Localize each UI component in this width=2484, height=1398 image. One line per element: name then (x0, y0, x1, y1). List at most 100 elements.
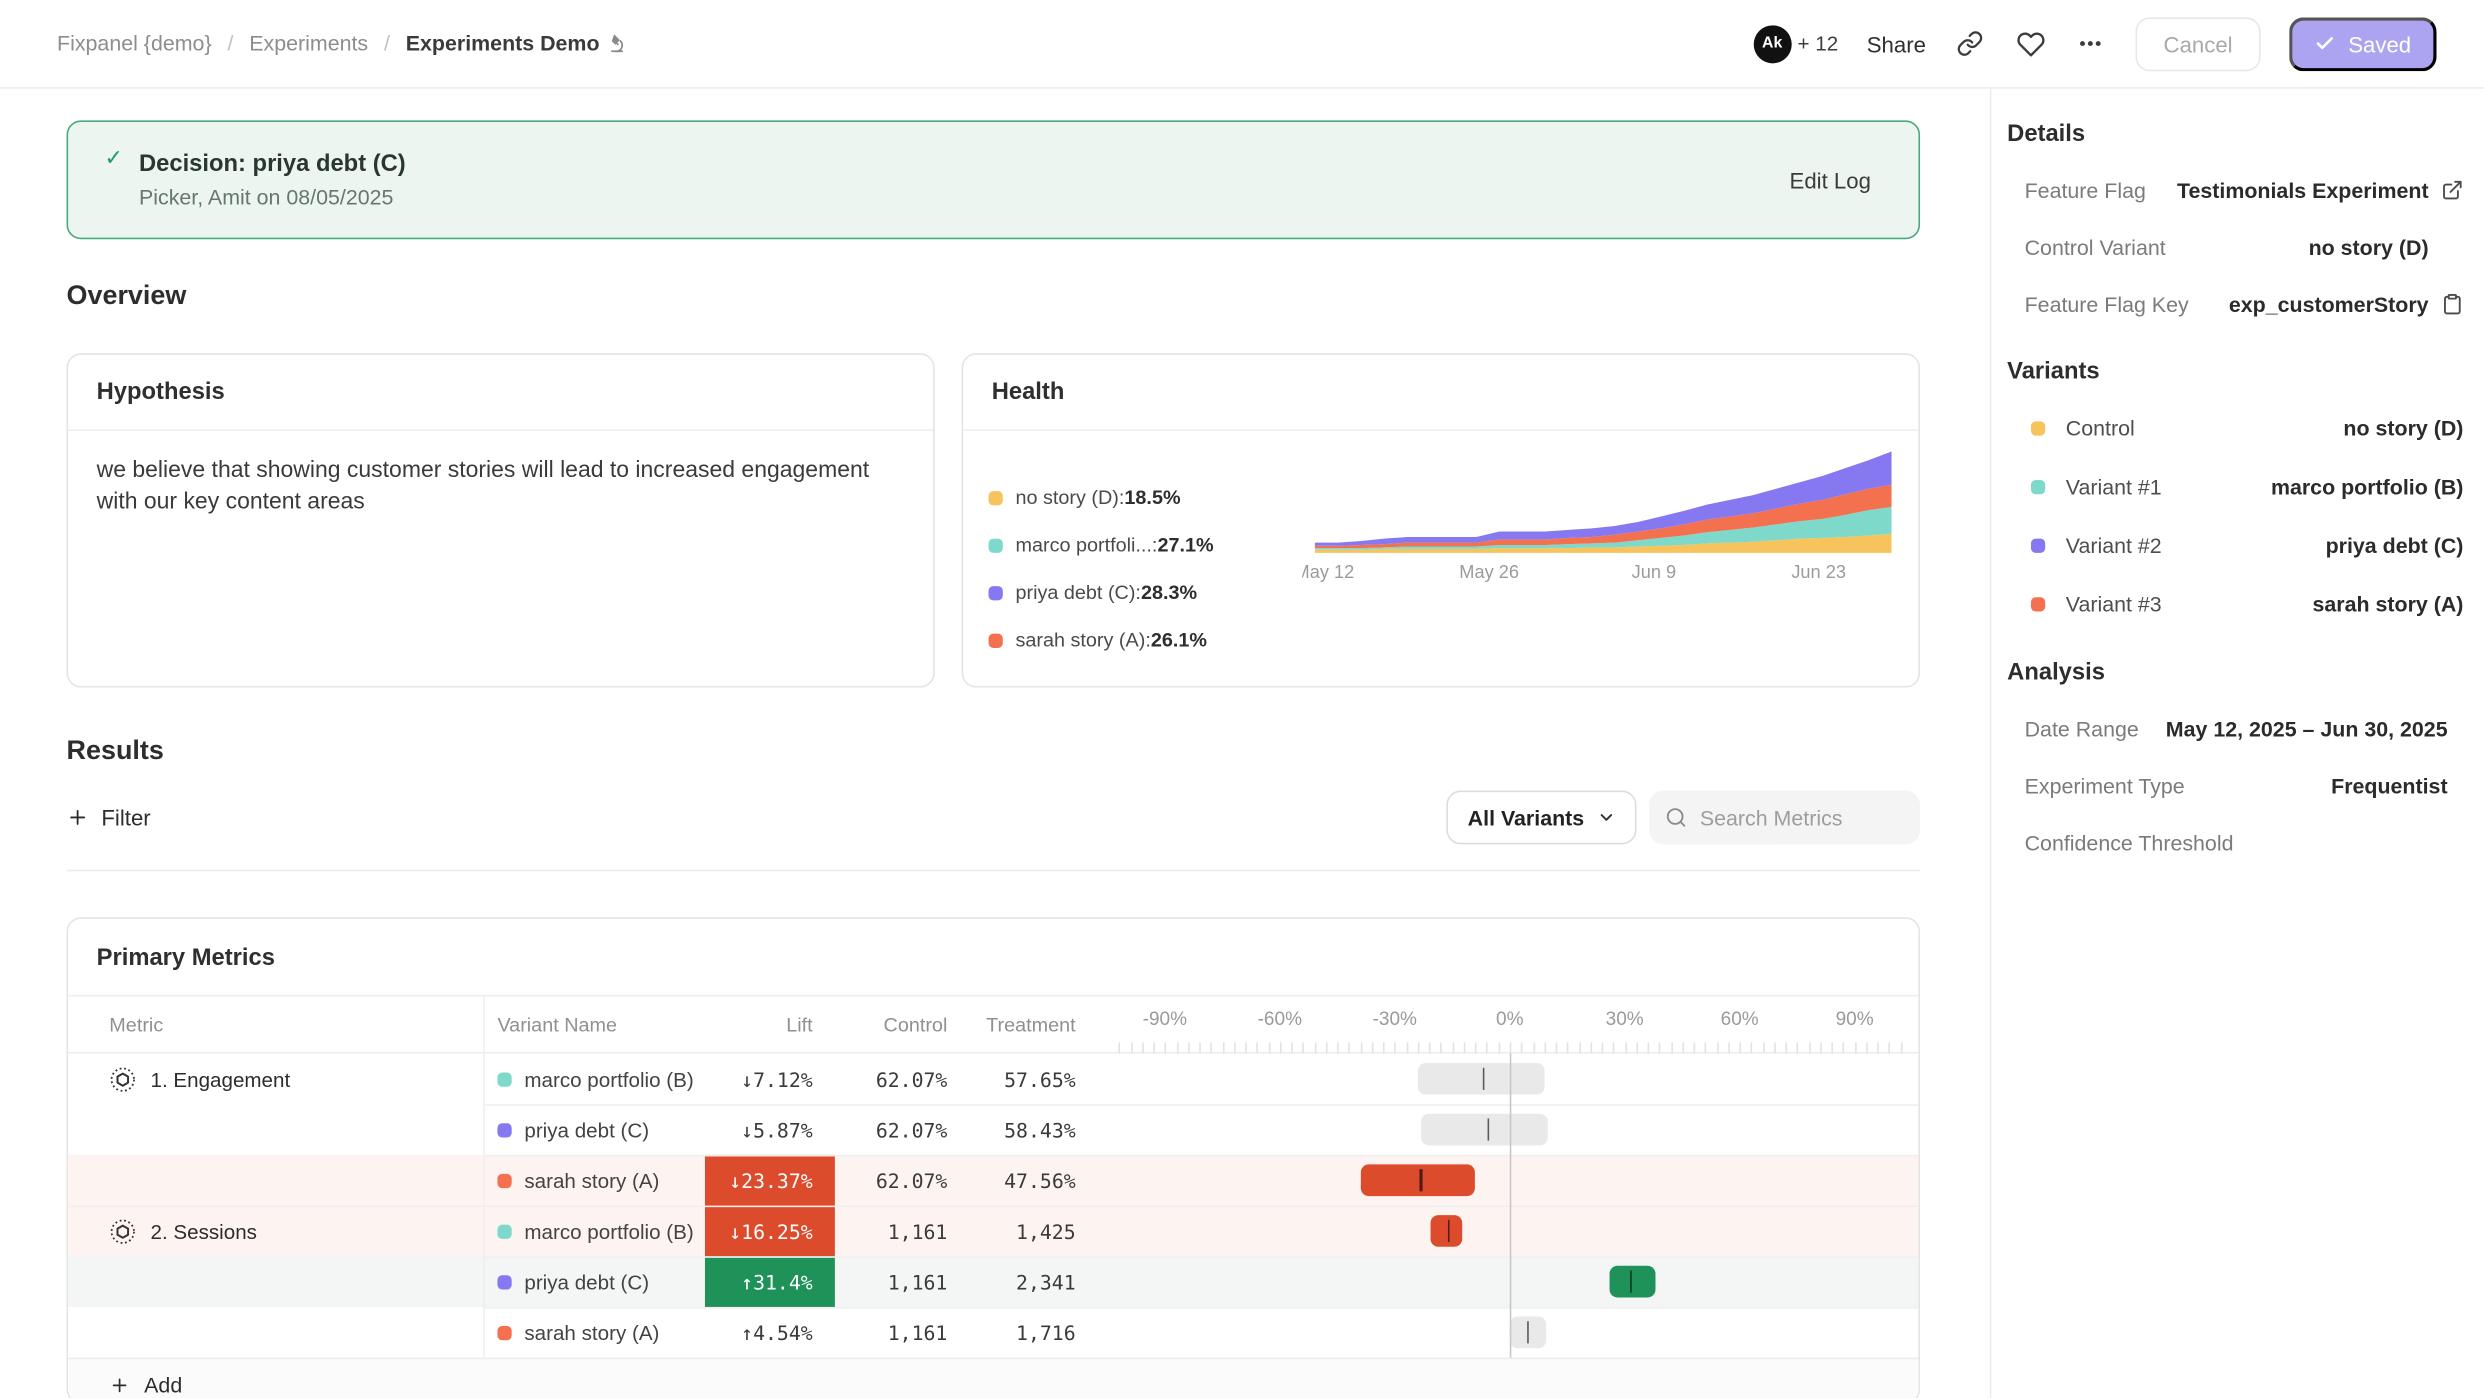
variant-cell: priya debt (C) (483, 1118, 705, 1142)
breadcrumb-separator: / (384, 32, 390, 56)
metric-name-cell: 1. Engagement (68, 1066, 483, 1093)
mean-lift-tick (1527, 1321, 1529, 1343)
main-pane: ✓ Decision: priya debt (C) Picker, Amit … (0, 89, 1990, 1398)
metric-row[interactable]: sarah story (A)↓23.37%62.07%47.56% (68, 1155, 1918, 1206)
axis-tick (1268, 1042, 1270, 1053)
lift-axis-label: -60% (1258, 1008, 1302, 1030)
metric-target-icon (109, 1218, 136, 1245)
axis-tick (1602, 1042, 1604, 1053)
lift-axis-label: -30% (1373, 1008, 1417, 1030)
axis-tick (1142, 1042, 1144, 1053)
control-value: 1,161 (835, 1219, 951, 1243)
collaborators[interactable]: Ak + 12 (1753, 25, 1838, 63)
axis-tick (1763, 1042, 1765, 1053)
metrics-table: Metric Variant Name Lift Control Treatme… (68, 995, 1918, 1358)
axis-tick (1326, 1042, 1328, 1053)
saved-button[interactable]: Saved (2290, 17, 2437, 71)
search-input[interactable] (1700, 806, 1890, 830)
legend-item: marco portfoli...: 27.1% (989, 521, 1300, 569)
treatment-value: 1,425 (951, 1219, 1079, 1243)
metric-row[interactable]: priya debt (C)↑31.4%1,1612,341 (68, 1256, 1918, 1307)
mean-lift-tick (1630, 1271, 1632, 1293)
more-options-icon[interactable] (2075, 28, 2107, 60)
axis-tick (1648, 1042, 1650, 1053)
axis-tick (1797, 1042, 1799, 1053)
lift-axis-label: 90% (1836, 1008, 1874, 1030)
health-title: Health (963, 355, 1918, 431)
detail-row-feature-flag: Feature Flag Testimonials Experiment (2007, 162, 2463, 219)
overview-heading: Overview (67, 280, 1921, 312)
axis-tick (1383, 1042, 1385, 1053)
details-sidebar: Details Feature Flag Testimonials Experi… (1990, 89, 2484, 1398)
axis-tick (1510, 1042, 1512, 1053)
copy-link-icon[interactable] (1954, 28, 1986, 60)
lift-axis-label: 0% (1496, 1008, 1523, 1030)
axis-tick (1280, 1042, 1282, 1053)
axis-tick (1291, 1042, 1293, 1053)
copy-to-clipboard-icon[interactable] (2441, 293, 2463, 315)
microscope-icon (607, 33, 628, 54)
metrics-table-body: 1. Engagementmarco portfolio (B)↓7.12%62… (68, 1053, 1918, 1357)
axis-tick (1245, 1042, 1247, 1053)
axis-tick (1475, 1042, 1477, 1053)
axis-tick (1487, 1042, 1489, 1053)
detail-row-control-variant: Control Variant no story (D) (2007, 219, 2463, 276)
axis-tick (1498, 1042, 1500, 1053)
stacked-area-chart: May 12May 26Jun 9Jun 23 (1302, 451, 1896, 584)
axis-tick (1406, 1042, 1408, 1053)
axis-tick (1671, 1042, 1673, 1053)
primary-metrics-title: Primary Metrics (68, 919, 1918, 995)
variant-swatch (497, 1325, 511, 1339)
breadcrumb-item[interactable]: Experiments Demo (406, 32, 628, 56)
edit-log-button[interactable]: Edit Log (1790, 167, 1871, 192)
hypothesis-title: Hypothesis (68, 355, 933, 431)
axis-tick (1740, 1042, 1742, 1053)
axis-tick (1694, 1042, 1696, 1053)
axis-tick (1452, 1042, 1454, 1053)
axis-tick (1544, 1042, 1546, 1053)
cancel-button[interactable]: Cancel (2135, 17, 2261, 71)
axis-tick (1659, 1042, 1661, 1053)
axis-tick (1165, 1042, 1167, 1053)
add-filter-button[interactable]: Filter (67, 805, 151, 830)
control-value: 62.07% (835, 1168, 951, 1192)
variants-dropdown[interactable]: All Variants (1447, 791, 1636, 845)
lift-value: ↓16.25% (705, 1206, 835, 1257)
axis-tick (1521, 1042, 1523, 1053)
axis-tick (1579, 1042, 1581, 1053)
breadcrumb-item[interactable]: Experiments (249, 32, 368, 56)
legend-swatch (989, 538, 1003, 552)
axis-tick (1418, 1042, 1420, 1053)
add-metric-button[interactable]: Add (68, 1358, 1918, 1398)
lift-value: ↓23.37% (705, 1155, 835, 1206)
avatar[interactable]: Ak (1753, 25, 1791, 63)
details-title: Details (2007, 120, 2463, 147)
variant-swatch (497, 1173, 511, 1187)
mean-lift-tick (1420, 1169, 1422, 1191)
external-link-icon[interactable] (2441, 179, 2463, 201)
lift-value: ↓5.87% (705, 1104, 835, 1155)
share-button[interactable]: Share (1867, 31, 1926, 56)
health-area-chart: May 12May 26Jun 9Jun 23 (1302, 451, 1896, 663)
metrics-search[interactable] (1649, 791, 1920, 845)
metric-row[interactable]: sarah story (A)↑4.54%1,1611,716 (68, 1307, 1918, 1358)
metric-row[interactable]: 2. Sessionsmarco portfolio (B)↓16.25%1,1… (68, 1206, 1918, 1257)
variant-row: Variant #1marco portfolio (B) (2007, 458, 2463, 517)
axis-tick (1464, 1042, 1466, 1053)
results-heading: Results (67, 735, 1921, 767)
metric-row[interactable]: 1. Engagementmarco portfolio (B)↓7.12%62… (68, 1053, 1918, 1104)
x-axis-label: May 26 (1459, 562, 1519, 582)
variants-list: Controlno story (D)Variant #1marco portf… (2007, 399, 2463, 633)
hypothesis-body: we believe that showing customer stories… (68, 431, 931, 543)
chevron-down-icon (1597, 808, 1616, 827)
axis-tick (1360, 1042, 1362, 1053)
legend-item: priya debt (C): 28.3% (989, 569, 1300, 617)
favorite-icon[interactable] (2015, 28, 2047, 60)
top-bar-actions: Ak + 12 Share Cancel Saved (1753, 17, 2436, 71)
variant-cell: marco portfolio (B) (483, 1067, 705, 1091)
metric-row[interactable]: priya debt (C)↓5.87%62.07%58.43% (68, 1104, 1918, 1155)
decision-subtitle: Picker, Amit on 08/05/2025 (139, 185, 406, 209)
screenshot-root: Fixpanel {demo}/Experiments/Experiments … (0, 0, 2484, 1398)
experiment-page: Fixpanel {demo}/Experiments/Experiments … (0, 0, 2484, 1398)
breadcrumb-item[interactable]: Fixpanel {demo} (57, 32, 212, 56)
